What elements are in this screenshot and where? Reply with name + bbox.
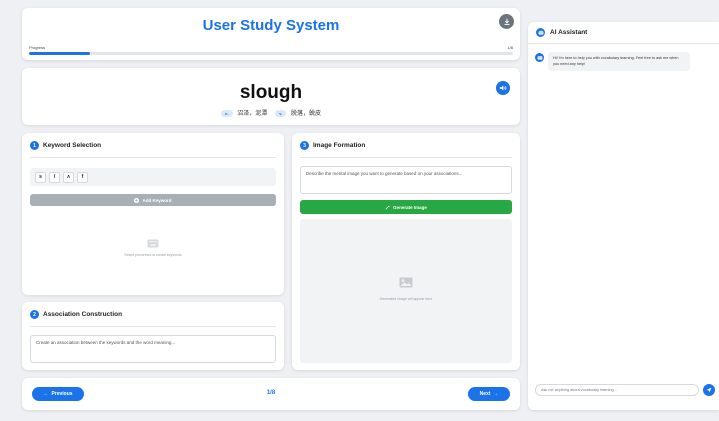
phoneme-chip[interactable]: ʌ <box>63 171 74 183</box>
target-word: slough <box>239 82 303 103</box>
progress-count: 1/8 <box>507 45 513 50</box>
progress-bar <box>29 52 513 55</box>
phoneme-list: s l ʌ f <box>30 168 276 186</box>
phoneme-chip[interactable]: s <box>35 171 46 183</box>
image-placeholder-icon <box>300 277 512 288</box>
wand-icon <box>385 205 390 210</box>
next-button[interactable]: Next → <box>468 387 510 401</box>
pos-badge: n. <box>221 110 233 117</box>
step-badge: 3 <box>300 141 309 150</box>
progress-label: Progress <box>29 45 46 50</box>
phoneme-chip[interactable]: l <box>49 171 60 183</box>
panel-title: 2 Association Construction <box>30 310 122 319</box>
plus-circle-icon <box>134 197 140 203</box>
add-keyword-button[interactable]: Add Keyword <box>30 194 276 206</box>
definition-item: v. 脱落，蜕皮 <box>275 108 321 117</box>
robot-icon <box>536 28 545 37</box>
definition-item: n. 沼泽，泥潭 <box>221 108 267 117</box>
image-formation-panel: 3 Image Formation Describe the mental im… <box>292 133 520 370</box>
panel-title-text: Association Construction <box>43 311 123 318</box>
assistant-title: AI Assistant <box>550 29 588 36</box>
send-icon <box>706 387 712 393</box>
phoneme-chip[interactable]: f <box>77 171 88 183</box>
association-panel: 2 Association Construction Create an ass… <box>22 302 284 370</box>
generate-image-label: Generate Image <box>393 204 427 210</box>
add-keyword-label: Add Keyword <box>142 197 172 203</box>
generated-image-area: Generated image will appear here <box>300 219 512 363</box>
definition-text: 脱落，蜕皮 <box>290 111 321 117</box>
panel-title: 3 Image Formation <box>300 141 365 150</box>
bot-avatar-icon <box>535 53 544 62</box>
divider <box>300 157 512 158</box>
generate-image-button[interactable]: Generate Image <box>300 200 512 214</box>
pos-badge: v. <box>275 110 287 117</box>
word-card: slough n. 沼泽，泥潭 v. 脱落，蜕皮 <box>22 68 520 125</box>
progress-fill <box>29 52 90 55</box>
step-badge: 1 <box>30 141 39 150</box>
keyboard-icon <box>22 239 284 248</box>
generated-image-empty-text: Generated image will appear here <box>379 297 433 301</box>
panel-title-text: Keyword Selection <box>43 142 102 149</box>
send-button[interactable] <box>703 384 715 396</box>
header-card: User Study System Progress 1/8 <box>22 8 520 60</box>
assistant-message: Hi! I'm here to help you with vocabulary… <box>548 52 690 71</box>
page-counter: 1/8 <box>266 390 276 396</box>
divider <box>30 157 276 158</box>
arrow-right-icon: → <box>493 391 499 397</box>
ai-assistant-panel: AI Assistant Hi! I'm here to help you wi… <box>528 22 719 410</box>
divider <box>528 43 719 44</box>
panel-title: 1 Keyword Selection <box>30 141 101 150</box>
download-button[interactable] <box>499 14 514 29</box>
definitions: n. 沼泽，泥潭 v. 脱落，蜕皮 <box>22 108 520 117</box>
assistant-header: AI Assistant <box>536 28 587 37</box>
panel-title-text: Image Formation <box>313 142 366 149</box>
divider <box>30 326 276 327</box>
play-audio-button[interactable] <box>496 81 510 95</box>
chat-input[interactable]: Ask me anything about vocabulary learnin… <box>535 384 699 396</box>
keyword-selection-panel: 1 Keyword Selection s l ʌ f Add Keyword … <box>22 133 284 295</box>
association-input[interactable]: Create an association between the keywor… <box>30 335 276 363</box>
definition-text: 沼泽，泥潭 <box>237 111 268 117</box>
keyword-empty-text: Select phonemes to create keywords <box>124 253 182 257</box>
page-title: User Study System <box>202 17 340 34</box>
next-label: Next <box>479 391 491 397</box>
image-description-input[interactable]: Describe the mental image you want to ge… <box>300 166 512 194</box>
download-icon <box>504 18 509 25</box>
navigation-bar: ← Previous 1/8 Next → <box>22 378 520 410</box>
step-badge: 2 <box>30 310 39 319</box>
speaker-icon <box>499 85 507 91</box>
